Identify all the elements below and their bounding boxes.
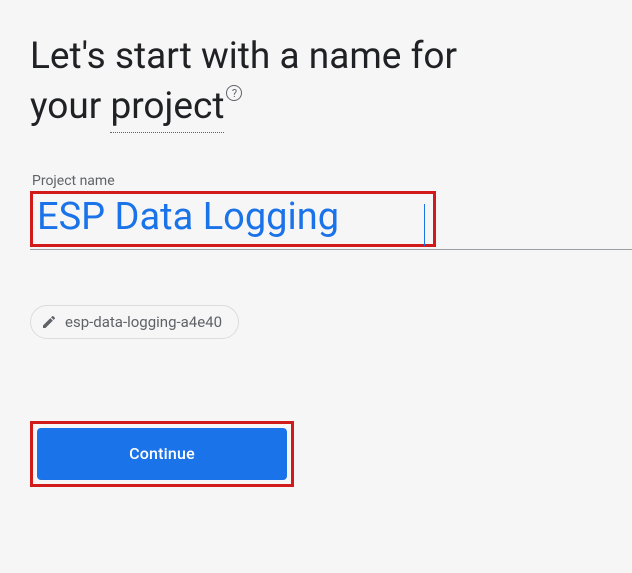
project-id-chip[interactable]: esp-data-logging-a4e40 xyxy=(30,305,239,339)
project-name-input[interactable] xyxy=(33,194,433,244)
text-caret xyxy=(424,204,425,246)
page-heading: Let's start with a name for your project… xyxy=(30,32,602,133)
continue-highlight: Continue xyxy=(30,421,294,487)
project-name-highlight xyxy=(30,191,436,247)
pencil-icon xyxy=(41,314,57,330)
heading-line2-prefix: your xyxy=(30,85,110,128)
project-id-text: esp-data-logging-a4e40 xyxy=(65,313,222,331)
project-name-label: Project name xyxy=(30,173,450,189)
input-underline xyxy=(30,249,632,250)
heading-line1: Let's start with a name for xyxy=(30,35,457,78)
help-icon[interactable]: ? xyxy=(226,85,242,101)
heading-project-word[interactable]: project xyxy=(110,82,224,133)
continue-button[interactable]: Continue xyxy=(37,428,287,480)
